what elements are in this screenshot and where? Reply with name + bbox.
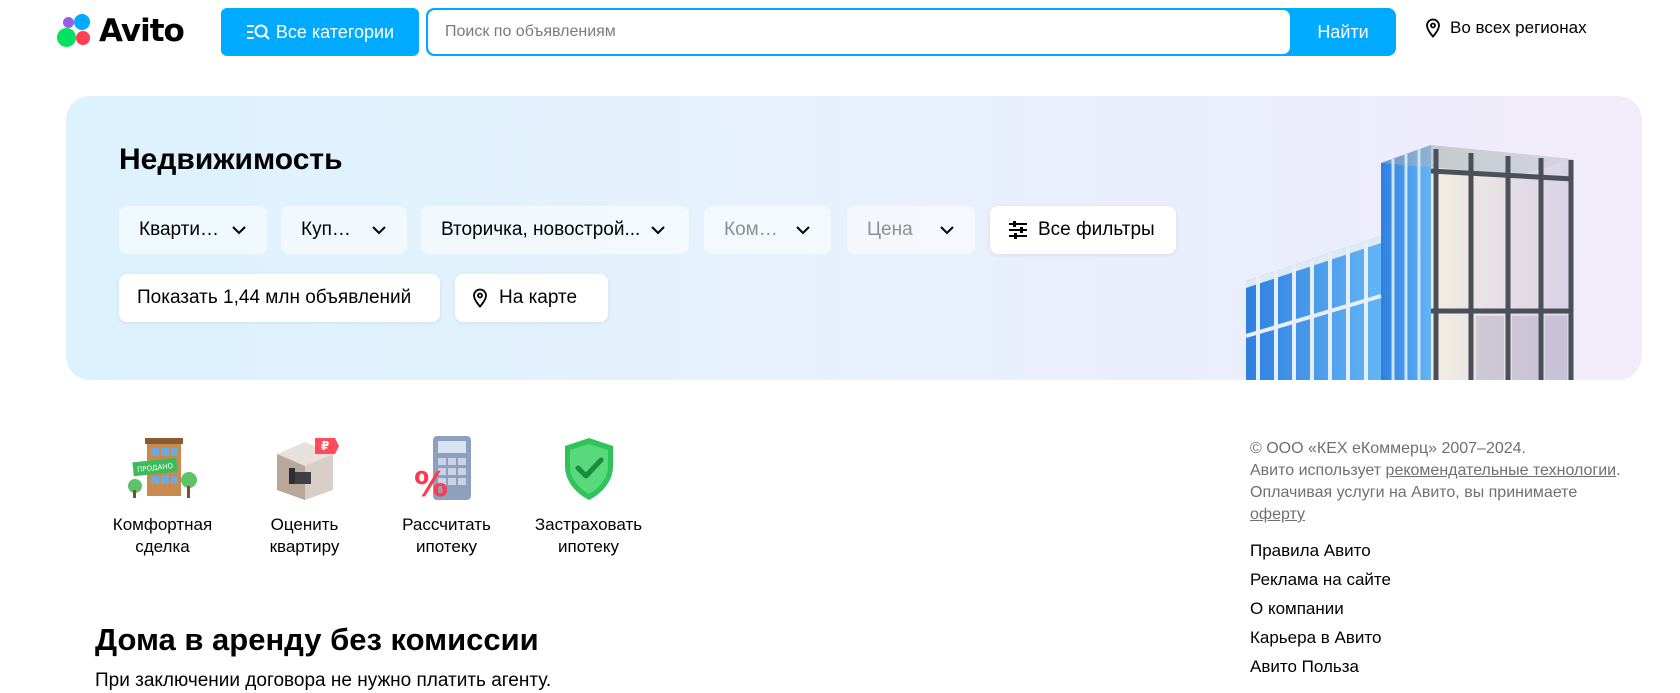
map-button[interactable]: На карте	[455, 274, 608, 322]
all-filters-button[interactable]: Все фильтры	[990, 206, 1176, 254]
all-categories-label: Все категории	[275, 21, 395, 42]
footer-link-careers[interactable]: Карьера в Авито	[1250, 628, 1391, 657]
search-bar: Найти	[426, 8, 1396, 56]
chevron-down-icon	[232, 226, 246, 235]
service-apartment-valuation-label: Оценить квартиру	[269, 515, 340, 556]
rooms-label: Комна...	[724, 219, 785, 240]
market-type-label: Вторичка, новострой...	[441, 219, 641, 240]
svg-text:%: %	[413, 465, 447, 504]
offer-link[interactable]: оферту	[1250, 506, 1305, 523]
logo-dots-icon	[57, 14, 93, 48]
calculator-icon: %	[413, 436, 471, 504]
header: Avito Все категории Найти Во всех регион…	[0, 0, 1680, 64]
page-title: Недвижимость	[119, 143, 343, 176]
recommendation-tech-link[interactable]: рекомендательные технологии	[1386, 462, 1617, 479]
region-selector[interactable]: Во всех регионах	[1424, 18, 1587, 38]
map-label: На карте	[499, 287, 578, 308]
location-pin-icon	[1426, 18, 1440, 38]
market-type-select[interactable]: Вторичка, новострой...	[421, 206, 689, 254]
service-apartment-valuation[interactable]: ₽ Оценить квартиру	[242, 432, 367, 558]
price-select[interactable]: Цена	[847, 206, 975, 254]
search-input[interactable]	[428, 10, 1290, 54]
legal-info: © ООО «КЕХ еКоммерц» 2007–2024. Авито ис…	[1250, 438, 1630, 526]
service-mortgage-calculator[interactable]: % Рассчитать ипотеку	[384, 432, 509, 558]
property-type-select[interactable]: Квартира	[119, 206, 267, 254]
real-estate-hero: Недвижимость Квартира Купить Вторичка, н…	[66, 96, 1642, 380]
footer-link-benefit[interactable]: Авито Польза	[1250, 657, 1391, 686]
service-mortgage-insurance-label: Застраховать ипотеку	[534, 515, 643, 556]
chevron-down-icon	[796, 226, 810, 235]
search-button[interactable]: Найти	[1290, 8, 1396, 56]
menu-search-icon	[246, 24, 270, 40]
promo-title: Дома в аренду без комиссии	[95, 622, 539, 657]
service-mortgage-calculator-label: Рассчитать ипотеку	[402, 515, 491, 556]
building-illustration	[1246, 145, 1574, 380]
all-categories-button[interactable]: Все категории	[221, 8, 419, 56]
recommendation-text: Авито использует рекомендательные технол…	[1250, 462, 1621, 523]
services-row: ПРОДАНО Комфортная сделка ₽ Оценить кварт…	[100, 432, 668, 558]
chevron-down-icon	[940, 226, 954, 235]
show-listings-label: Показать 1,44 млн объявлений	[137, 287, 412, 308]
property-type-label: Квартира	[139, 219, 221, 240]
chevron-down-icon	[372, 226, 386, 235]
footer-link-rules[interactable]: Правила Авито	[1250, 541, 1391, 570]
chevron-down-icon	[651, 226, 666, 235]
footer-link-ads[interactable]: Реклама на сайте	[1250, 570, 1391, 599]
deal-type-label: Купить	[301, 219, 361, 240]
deal-type-select[interactable]: Купить	[281, 206, 407, 254]
service-mortgage-insurance[interactable]: Застраховать ипотеку	[526, 432, 651, 558]
price-label: Цена	[867, 219, 913, 240]
footer-link-about[interactable]: О компании	[1250, 599, 1391, 628]
rooms-select[interactable]: Комна...	[704, 206, 831, 254]
service-comfort-deal[interactable]: ПРОДАНО Комфортная сделка	[100, 432, 225, 558]
service-comfort-deal-label: Комфортная сделка	[112, 515, 213, 556]
region-label: Во всех регионах	[1450, 18, 1587, 37]
avito-logo[interactable]: Avito	[57, 13, 185, 49]
all-filters-label: Все фильтры	[1038, 219, 1155, 240]
sold-house-icon: ПРОДАНО	[127, 438, 197, 498]
sliders-icon	[1009, 221, 1027, 239]
shield-check-icon	[564, 438, 613, 500]
apartment-valuation-icon: ₽	[276, 438, 339, 500]
logo-text: Avito	[99, 13, 185, 49]
copyright-text: © ООО «КЕХ еКоммерц» 2007–2024.	[1250, 440, 1526, 457]
footer-links: Правила Авито Реклама на сайте О компани…	[1250, 541, 1391, 686]
promo-subtitle: При заключении договора не нужно платить…	[95, 670, 552, 691]
location-pin-icon	[473, 288, 487, 308]
svg-text:₽: ₽	[320, 439, 328, 453]
show-listings-button[interactable]: Показать 1,44 млн объявлений	[119, 274, 440, 322]
